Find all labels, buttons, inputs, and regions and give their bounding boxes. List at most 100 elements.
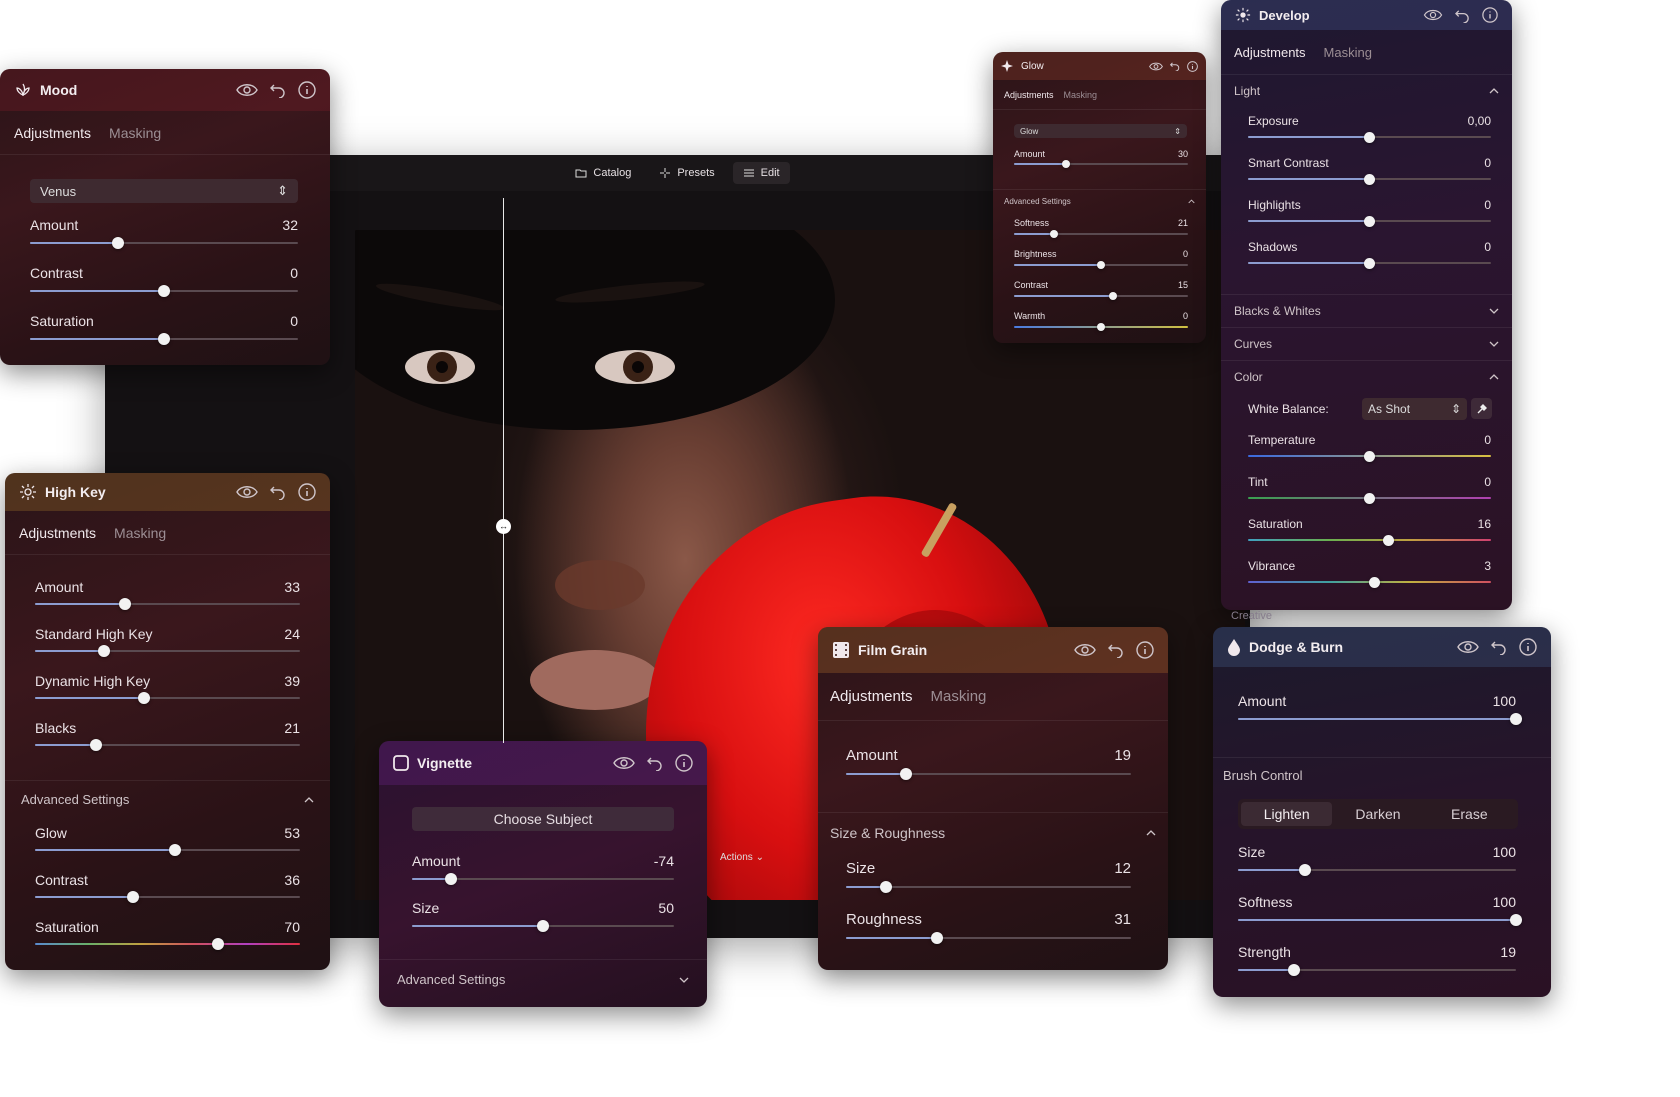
slider-fill — [35, 896, 134, 898]
slider-handle[interactable] — [112, 237, 125, 249]
slider-row: Size 100 — [1238, 844, 1516, 894]
slider-fill — [1238, 919, 1516, 921]
slider-row: Roughness 31 — [846, 911, 1131, 962]
vignette-advanced-label: Advanced Settings — [397, 972, 506, 987]
glow-sliders: Softness 21 Brightness 0 Contrast 15 Warmth 0 — [993, 52, 1206, 343]
edit-label: Edit — [760, 167, 780, 179]
slider-label: Glow — [35, 825, 67, 841]
slider-label: Brightness — [1014, 249, 1057, 259]
photo-lips — [530, 650, 660, 710]
develop-panel: Develop Adjustments Masking Light Exposu… — [1221, 0, 1512, 610]
slider-handle[interactable] — [1368, 576, 1380, 588]
photo-eye-right — [595, 350, 675, 384]
slider-label: Amount — [30, 217, 79, 233]
slider-handle[interactable] — [931, 932, 944, 944]
slider-label: Saturation — [1248, 517, 1303, 531]
slider-row: Saturation 70 — [35, 919, 300, 966]
slider-handle[interactable] — [1510, 914, 1522, 926]
slider-row: Saturation 0 — [30, 313, 298, 361]
slider-label: Temperature — [1248, 433, 1316, 447]
slider-value: 31 — [1114, 911, 1131, 928]
slider-row: Size 50 — [412, 900, 674, 947]
presets-button[interactable]: Presets — [649, 162, 724, 184]
slider-value: 0 — [1182, 311, 1188, 321]
slider-row: Softness 100 — [1238, 894, 1522, 944]
catalog-button[interactable]: Catalog — [565, 162, 641, 184]
slider-value: 100 — [1492, 894, 1516, 910]
slider-handle[interactable] — [158, 285, 170, 297]
slider-handle[interactable] — [1050, 230, 1059, 238]
slider-fill — [1238, 969, 1294, 971]
slider-label: Size — [412, 900, 440, 916]
photo-eye-left — [405, 350, 475, 384]
actions-menu[interactable]: Actions ⌄ — [720, 852, 764, 863]
slider-label: Contrast — [35, 872, 88, 888]
slider-handle[interactable] — [158, 333, 170, 345]
slider-label: Contrast — [1014, 280, 1049, 290]
slider-value: -74 — [653, 853, 674, 869]
mood-sliders: Amount 32 Contrast 0 Saturation 0 — [0, 69, 330, 365]
slider-handle[interactable] — [879, 881, 892, 893]
slider-label: Roughness — [846, 911, 922, 928]
slider-label: Saturation — [30, 313, 94, 329]
slider-handle[interactable] — [1364, 450, 1375, 462]
slider-handle[interactable] — [1383, 534, 1395, 546]
slider-value: 15 — [1177, 280, 1188, 290]
highkey-advanced-sliders: Glow 53 Contrast 36 Saturation 70 — [5, 473, 330, 970]
vignette-advanced-header[interactable]: Advanced Settings — [379, 959, 707, 999]
before-after-handle[interactable]: ↔ — [496, 519, 511, 534]
slider-label: Tint — [1248, 475, 1268, 489]
photo-nose — [555, 560, 645, 610]
slider-row: Warmth 0 — [1014, 311, 1188, 342]
slider-value: 53 — [284, 825, 300, 841]
catalog-label: Catalog — [593, 167, 632, 179]
slider-handle[interactable] — [169, 844, 182, 856]
slider-label: Size — [846, 860, 876, 877]
slider-value: 21 — [1177, 218, 1188, 228]
slider-handle[interactable] — [1298, 864, 1311, 876]
slider-row: Glow 53 — [35, 825, 300, 872]
slider-handle[interactable] — [1109, 292, 1118, 300]
slider-fill — [1014, 264, 1101, 266]
slider-fill — [30, 338, 164, 340]
slider-value: 50 — [658, 900, 674, 916]
sparkle-icon — [660, 168, 671, 178]
slider-fill — [30, 242, 119, 244]
filmgrain-sliders: Size 12 Roughness 31 — [818, 627, 1168, 970]
slider-handle[interactable] — [1364, 492, 1375, 504]
before-after-divider[interactable] — [503, 198, 504, 743]
edit-button[interactable]: Edit — [732, 162, 790, 184]
slider-fill — [412, 925, 543, 927]
slider-label: Warmth — [1014, 311, 1046, 321]
slider-value: 0 — [1484, 475, 1491, 489]
filmgrain-panel: Film Grain Adjustments Masking Amount 19 … — [818, 627, 1168, 970]
photo-hair — [355, 230, 835, 430]
slider-label: Amount — [412, 853, 461, 869]
slider-handle[interactable] — [537, 920, 549, 932]
slider-handle[interactable] — [1287, 964, 1300, 976]
slider-row: Contrast 36 — [35, 872, 300, 919]
slider-label: Softness — [1014, 218, 1050, 228]
slider-fill — [35, 849, 176, 851]
slider-track[interactable] — [1248, 539, 1491, 541]
slider-value: 0 — [290, 313, 298, 329]
slider-handle[interactable] — [445, 873, 458, 885]
slider-handle[interactable] — [127, 891, 140, 903]
slider-handle[interactable] — [211, 938, 224, 950]
slider-row: Vibrance 3 — [1248, 559, 1491, 601]
develop-creative-label[interactable]: Creative — [1231, 610, 1272, 622]
slider-label: Softness — [1238, 894, 1293, 910]
slider-value: 3 — [1484, 559, 1491, 573]
develop-color-sliders: Temperature 0 Tint 0 Saturation 16 Vibrance 3 — [1221, 0, 1512, 610]
slider-row: Contrast 15 — [1014, 280, 1188, 311]
slider-value: 70 — [284, 919, 300, 935]
slider-value: 19 — [1500, 944, 1516, 960]
presets-label: Presets — [677, 167, 715, 179]
glow-panel: Glow Adjustments Masking Glow ⇕ Amount 30… — [993, 52, 1206, 343]
slider-row: Tint 0 — [1248, 475, 1491, 517]
slider-handle[interactable] — [1097, 323, 1105, 331]
slider-handle[interactable] — [1097, 261, 1105, 269]
slider-value: 0 — [1484, 433, 1491, 447]
slider-row: Temperature 0 — [1248, 433, 1491, 475]
slider-track[interactable] — [35, 943, 300, 945]
